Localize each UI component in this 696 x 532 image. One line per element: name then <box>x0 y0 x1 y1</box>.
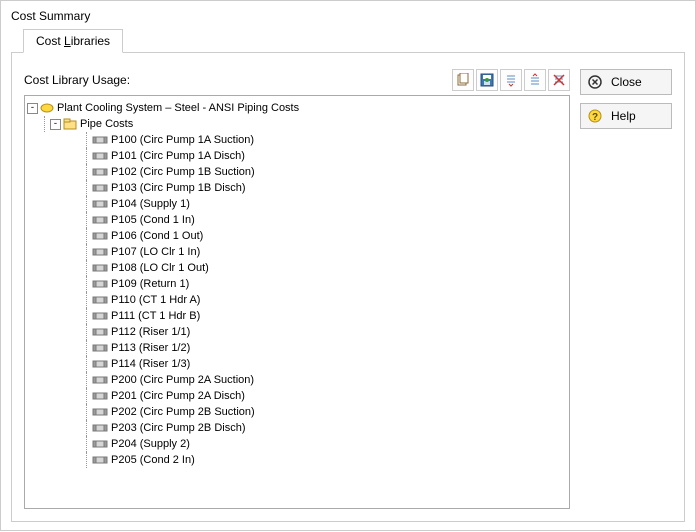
library-icon <box>40 102 54 114</box>
expand-all-icon <box>504 73 518 87</box>
pipe-icon <box>92 150 108 162</box>
folder-icon <box>63 118 77 130</box>
tree-item[interactable]: P110 (CT 1 Hdr A) <box>27 292 567 308</box>
toolbar <box>452 69 570 91</box>
help-icon: ? <box>587 108 603 124</box>
pipe-icon <box>92 134 108 146</box>
copy-button[interactable] <box>452 69 474 91</box>
tree-item[interactable]: P111 (CT 1 Hdr B) <box>27 308 567 324</box>
tab-label-post: ibraries <box>71 34 110 48</box>
tree-group-label: Pipe Costs <box>80 116 133 132</box>
tree-item-label: P205 (Cond 2 In) <box>111 452 195 468</box>
content-area: Cost Libraries Cost Library Usage: <box>1 29 695 532</box>
tab-strip: Cost Libraries Cost Library Usage: <box>11 29 685 522</box>
tree-item-label: P104 (Supply 1) <box>111 196 190 212</box>
tree-item-label: P112 (Riser 1/1) <box>111 324 190 340</box>
tab-label-pre: Cost <box>36 34 64 48</box>
pipe-icon <box>92 214 108 226</box>
cost-library-usage-label: Cost Library Usage: <box>24 73 130 87</box>
tree-item-label: P201 (Circ Pump 2A Disch) <box>111 388 245 404</box>
tree-item[interactable]: P106 (Cond 1 Out) <box>27 228 567 244</box>
tree-item[interactable]: P104 (Supply 1) <box>27 196 567 212</box>
pipe-icon <box>92 342 108 354</box>
tree-group[interactable]: - Pipe Costs <box>27 116 567 132</box>
tree-item-label: P101 (Circ Pump 1A Disch) <box>111 148 245 164</box>
expander-icon[interactable]: - <box>27 103 38 114</box>
tree-item-label: P102 (Circ Pump 1B Suction) <box>111 164 255 180</box>
pipe-icon <box>92 406 108 418</box>
tree-item-label: P109 (Return 1) <box>111 276 189 292</box>
tree-item[interactable]: P107 (LO Clr 1 In) <box>27 244 567 260</box>
pipe-icon <box>92 294 108 306</box>
pipe-icon <box>92 262 108 274</box>
window-title: Cost Summary <box>1 1 695 29</box>
tree-item-label: P105 (Cond 1 In) <box>111 212 195 228</box>
pipe-icon <box>92 454 108 466</box>
pipe-icon <box>92 246 108 258</box>
svg-text:?: ? <box>592 112 598 123</box>
tab-cost-libraries[interactable]: Cost Libraries <box>23 29 123 53</box>
tree-item-label: P107 (LO Clr 1 In) <box>111 244 200 260</box>
save-icon <box>480 73 494 87</box>
tree-item-label: P203 (Circ Pump 2B Disch) <box>111 420 246 436</box>
pipe-icon <box>92 198 108 210</box>
cost-library-tree[interactable]: - Plant Cooling System – Steel - ANSI Pi… <box>24 95 570 509</box>
tree-item[interactable]: P102 (Circ Pump 1B Suction) <box>27 164 567 180</box>
pipe-icon <box>92 374 108 386</box>
tree-item[interactable]: P205 (Cond 2 In) <box>27 452 567 468</box>
close-button[interactable]: Close <box>580 69 672 95</box>
tree-item-label: P111 (CT 1 Hdr B) <box>111 308 200 324</box>
tree-item[interactable]: P200 (Circ Pump 2A Suction) <box>27 372 567 388</box>
tree-item-label: P200 (Circ Pump 2A Suction) <box>111 372 254 388</box>
pipe-icon <box>92 166 108 178</box>
pipe-icon <box>92 278 108 290</box>
tree-item[interactable]: P103 (Circ Pump 1B Disch) <box>27 180 567 196</box>
tree-item-label: P114 (Riser 1/3) <box>111 356 190 372</box>
tab-label-underline: L <box>64 34 71 48</box>
tree-item[interactable]: P201 (Circ Pump 2A Disch) <box>27 388 567 404</box>
tree-item[interactable]: P108 (LO Clr 1 Out) <box>27 260 567 276</box>
tree-item-label: P204 (Supply 2) <box>111 436 190 452</box>
clear-button[interactable] <box>548 69 570 91</box>
save-button[interactable] <box>476 69 498 91</box>
tree-item[interactable]: P105 (Cond 1 In) <box>27 212 567 228</box>
pipe-icon <box>92 422 108 434</box>
tree-item-label: P113 (Riser 1/2) <box>111 340 190 356</box>
pipe-icon <box>92 182 108 194</box>
expand-all-button[interactable] <box>500 69 522 91</box>
expander-icon[interactable]: - <box>50 119 61 130</box>
tree-root-label: Plant Cooling System – Steel - ANSI Pipi… <box>57 100 299 116</box>
tree-item[interactable]: P202 (Circ Pump 2B Suction) <box>27 404 567 420</box>
tree-item[interactable]: P113 (Riser 1/2) <box>27 340 567 356</box>
tree-item[interactable]: P203 (Circ Pump 2B Disch) <box>27 420 567 436</box>
tree-item-label: P108 (LO Clr 1 Out) <box>111 260 209 276</box>
copy-icon <box>456 73 470 87</box>
pipe-icon <box>92 326 108 338</box>
collapse-all-icon <box>528 73 542 87</box>
tree-item-label: P202 (Circ Pump 2B Suction) <box>111 404 255 420</box>
pipe-icon <box>92 390 108 402</box>
tree-item-label: P106 (Cond 1 Out) <box>111 228 203 244</box>
tree-item[interactable]: P109 (Return 1) <box>27 276 567 292</box>
collapse-all-button[interactable] <box>524 69 546 91</box>
close-button-label: Close <box>611 75 642 89</box>
tree-item-label: P110 (CT 1 Hdr A) <box>111 292 200 308</box>
close-icon <box>587 74 603 90</box>
help-button-label: Help <box>611 109 636 123</box>
tree-item[interactable]: P101 (Circ Pump 1A Disch) <box>27 148 567 164</box>
tab-panel: Cost Library Usage: <box>11 52 685 522</box>
tree-item[interactable]: P114 (Riser 1/3) <box>27 356 567 372</box>
pipe-icon <box>92 310 108 322</box>
tree-item[interactable]: P204 (Supply 2) <box>27 436 567 452</box>
tree-item-label: P100 (Circ Pump 1A Suction) <box>111 132 254 148</box>
pipe-icon <box>92 438 108 450</box>
clear-icon <box>552 73 566 87</box>
tree-root[interactable]: - Plant Cooling System – Steel - ANSI Pi… <box>27 100 567 116</box>
tree-item[interactable]: P112 (Riser 1/1) <box>27 324 567 340</box>
pipe-icon <box>92 358 108 370</box>
tree-item-label: P103 (Circ Pump 1B Disch) <box>111 180 246 196</box>
pipe-icon <box>92 230 108 242</box>
help-button[interactable]: ? Help <box>580 103 672 129</box>
tree-item[interactable]: P100 (Circ Pump 1A Suction) <box>27 132 567 148</box>
